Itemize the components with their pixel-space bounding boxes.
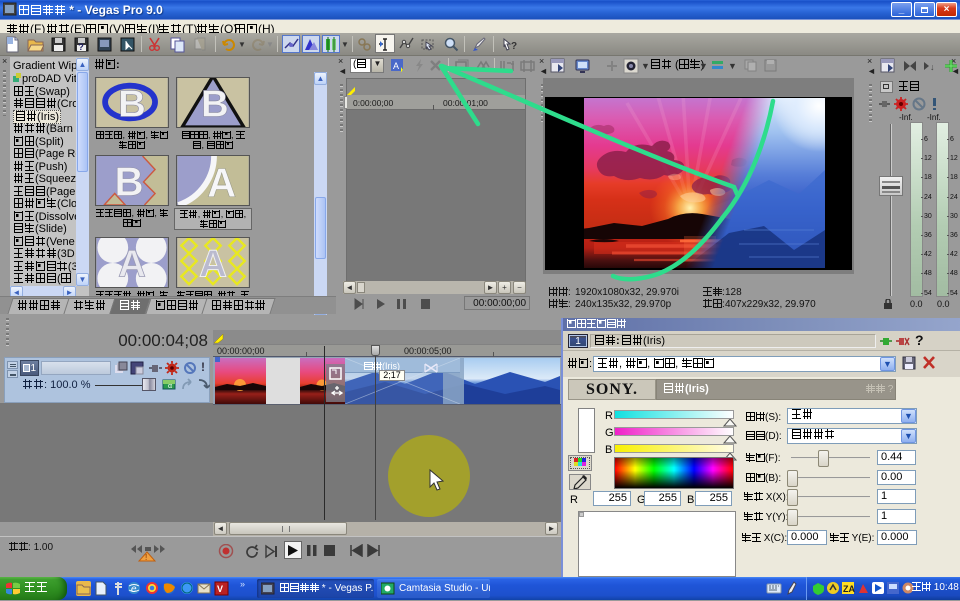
svg-text:A: A (118, 242, 146, 285)
svg-text:A: A (393, 61, 399, 71)
svg-text:?: ? (511, 41, 517, 52)
svg-text:V: V (217, 584, 223, 594)
svg-text:A: A (207, 159, 236, 205)
svg-text:↓: ↓ (930, 62, 935, 72)
svg-text:!: ! (145, 553, 147, 562)
svg-text:A: A (199, 242, 227, 285)
svg-text:B: B (118, 82, 146, 125)
svg-text:?: ? (78, 42, 84, 52)
svg-text:α: α (168, 383, 172, 390)
svg-text:B: B (115, 158, 144, 204)
svg-text:e: e (131, 584, 137, 595)
svg-text:B: B (201, 82, 229, 125)
svg-text:ZA: ZA (843, 584, 855, 594)
